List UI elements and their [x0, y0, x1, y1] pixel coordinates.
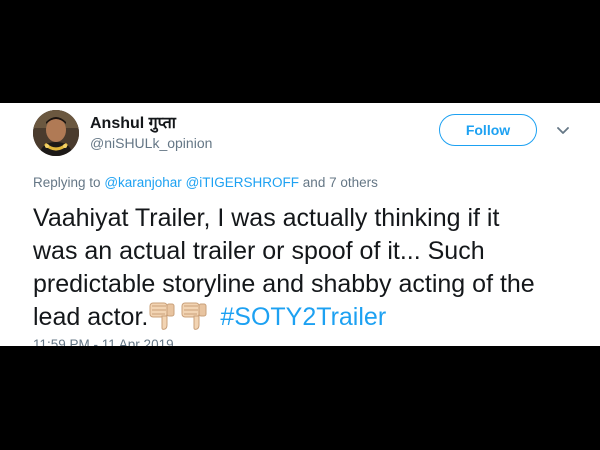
tweet-text-line: predictable storyline and shabby acting … [33, 270, 535, 298]
author-name[interactable]: Anshul गुप्ता [90, 111, 176, 133]
replying-to: Replying to @karanjohar @iTIGERSHROFF an… [33, 175, 378, 190]
tweet-text: Vaahiyat Trailer, I was actually thinkin… [33, 202, 593, 334]
thumbs-down-icon [149, 302, 175, 330]
avatar[interactable] [33, 110, 79, 156]
tweet-text-line: Vaahiyat Trailer, I was actually thinkin… [33, 204, 500, 232]
tweet-card: Anshul गुप्ता @niSHULk_opinion Follow Re… [0, 103, 600, 346]
replying-prefix: Replying to [33, 175, 101, 190]
author-handle[interactable]: @niSHULk_opinion [90, 135, 212, 151]
replying-suffix[interactable]: and 7 others [303, 175, 378, 190]
tweet-text-last-line: lead actor. #SOTY2Trailer [33, 301, 593, 334]
tweet-text-line: was an actual trailer or spoof of it... … [33, 237, 485, 265]
avatar-image [33, 110, 79, 156]
tweet-text-line: lead actor. [33, 303, 149, 331]
follow-button[interactable]: Follow [439, 114, 537, 146]
hashtag-link[interactable]: #SOTY2Trailer [220, 303, 386, 331]
mention-link[interactable]: @iTIGERSHROFF [186, 175, 299, 190]
chevron-down-icon[interactable] [556, 126, 570, 136]
thumbs-down-icon [181, 302, 207, 330]
tweet-timestamp[interactable]: 11:59 PM - 11 Apr 2019 [33, 337, 174, 346]
mention-link[interactable]: @karanjohar [104, 175, 182, 190]
